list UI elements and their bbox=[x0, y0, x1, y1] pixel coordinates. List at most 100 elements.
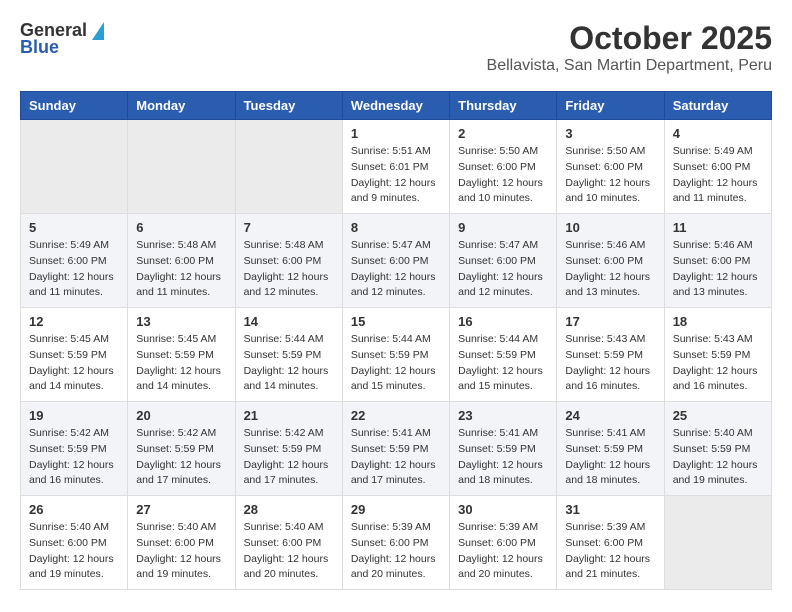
day-info: Sunrise: 5:51 AMSunset: 6:01 PMDaylight:… bbox=[351, 144, 441, 207]
day-info: Sunrise: 5:48 AMSunset: 6:00 PMDaylight:… bbox=[136, 238, 226, 301]
page-header: General Blue October 2025 Bellavista, Sa… bbox=[20, 20, 772, 75]
calendar-day-cell: 6 Sunrise: 5:48 AMSunset: 6:00 PMDaylight… bbox=[128, 214, 235, 308]
weekday-header: Wednesday bbox=[342, 92, 449, 120]
day-number: 10 bbox=[565, 220, 655, 235]
day-info: Sunrise: 5:41 AMSunset: 5:59 PMDaylight:… bbox=[351, 426, 441, 489]
calendar-day-cell: 27Sunrise: 5:40 AMSunset: 6:00 PMDayligh… bbox=[128, 496, 235, 590]
calendar-day-cell: 30 Sunrise: 5:39 AMSunset: 6:00 PMDayligh… bbox=[450, 496, 557, 590]
calendar-day-cell: 4Sunrise: 5:49 AMSunset: 6:00 PMDaylight… bbox=[664, 120, 771, 214]
day-number: 5 bbox=[29, 220, 119, 235]
calendar-day-cell: 29 Sunrise: 5:39 AMSunset: 6:00 PMDayligh… bbox=[342, 496, 449, 590]
calendar-week-row: 26Sunrise: 5:40 AMSunset: 6:00 PMDayligh… bbox=[21, 496, 772, 590]
day-info: Sunrise: 5:40 AMSunset: 6:00 PMDaylight:… bbox=[244, 520, 334, 583]
day-info: Sunrise: 5:42 AMSunset: 5:59 PMDaylight:… bbox=[136, 426, 226, 489]
calendar-day-cell: 9 Sunrise: 5:47 AMSunset: 6:00 PMDaylight… bbox=[450, 214, 557, 308]
day-number: 29 bbox=[351, 502, 441, 517]
weekday-header: Sunday bbox=[21, 92, 128, 120]
calendar-header-row: SundayMondayTuesdayWednesdayThursdayFrid… bbox=[21, 92, 772, 120]
calendar-day-cell: 12 Sunrise: 5:45 AMSunset: 5:59 PMDayligh… bbox=[21, 308, 128, 402]
calendar-day-cell: 23Sunrise: 5:41 AMSunset: 5:59 PMDayligh… bbox=[450, 402, 557, 496]
day-number: 19 bbox=[29, 408, 119, 423]
day-number: 4 bbox=[673, 126, 763, 141]
day-number: 20 bbox=[136, 408, 226, 423]
calendar-day-cell: 24 Sunrise: 5:41 AMSunset: 5:59 PMDayligh… bbox=[557, 402, 664, 496]
calendar-day-cell bbox=[664, 496, 771, 590]
day-info: Sunrise: 5:40 AMSunset: 5:59 PMDaylight:… bbox=[673, 426, 763, 489]
page-subtitle: Bellavista, San Martin Department, Peru bbox=[487, 57, 772, 75]
day-info: Sunrise: 5:50 AMSunset: 6:00 PMDaylight:… bbox=[565, 144, 655, 207]
day-info: Sunrise: 5:44 AMSunset: 5:59 PMDaylight:… bbox=[244, 332, 334, 395]
day-number: 14 bbox=[244, 314, 334, 329]
calendar-day-cell: 20 Sunrise: 5:42 AMSunset: 5:59 PMDayligh… bbox=[128, 402, 235, 496]
day-info: Sunrise: 5:46 AMSunset: 6:00 PMDaylight:… bbox=[565, 238, 655, 301]
calendar-day-cell bbox=[21, 120, 128, 214]
calendar-day-cell bbox=[235, 120, 342, 214]
day-number: 12 bbox=[29, 314, 119, 329]
day-info: Sunrise: 5:44 AMSunset: 5:59 PMDaylight:… bbox=[458, 332, 548, 395]
calendar-day-cell: 10 Sunrise: 5:46 AMSunset: 6:00 PMDayligh… bbox=[557, 214, 664, 308]
day-info: Sunrise: 5:44 AMSunset: 5:59 PMDaylight:… bbox=[351, 332, 441, 395]
calendar-day-cell: 5 Sunrise: 5:49 AMSunset: 6:00 PMDaylight… bbox=[21, 214, 128, 308]
weekday-header: Saturday bbox=[664, 92, 771, 120]
day-number: 1 bbox=[351, 126, 441, 141]
day-number: 18 bbox=[673, 314, 763, 329]
day-number: 22 bbox=[351, 408, 441, 423]
day-info: Sunrise: 5:50 AMSunset: 6:00 PMDaylight:… bbox=[458, 144, 548, 207]
day-info: Sunrise: 5:42 AMSunset: 5:59 PMDaylight:… bbox=[244, 426, 334, 489]
day-number: 27 bbox=[136, 502, 226, 517]
day-info: Sunrise: 5:46 AMSunset: 6:00 PMDaylight:… bbox=[673, 238, 763, 301]
calendar-day-cell: 31Sunrise: 5:39 AMSunset: 6:00 PMDayligh… bbox=[557, 496, 664, 590]
day-number: 2 bbox=[458, 126, 548, 141]
calendar-day-cell: 14 Sunrise: 5:44 AMSunset: 5:59 PMDayligh… bbox=[235, 308, 342, 402]
day-info: Sunrise: 5:43 AMSunset: 5:59 PMDaylight:… bbox=[673, 332, 763, 395]
title-block: October 2025 Bellavista, San Martin Depa… bbox=[487, 20, 772, 75]
calendar-week-row: 12 Sunrise: 5:45 AMSunset: 5:59 PMDayligh… bbox=[21, 308, 772, 402]
day-number: 25 bbox=[673, 408, 763, 423]
day-info: Sunrise: 5:45 AMSunset: 5:59 PMDaylight:… bbox=[136, 332, 226, 395]
day-number: 23 bbox=[458, 408, 548, 423]
calendar-day-cell: 18 Sunrise: 5:43 AMSunset: 5:59 PMDayligh… bbox=[664, 308, 771, 402]
calendar-day-cell: 25 Sunrise: 5:40 AMSunset: 5:59 PMDayligh… bbox=[664, 402, 771, 496]
day-number: 21 bbox=[244, 408, 334, 423]
logo: General Blue bbox=[20, 20, 104, 58]
day-number: 24 bbox=[565, 408, 655, 423]
weekday-header: Tuesday bbox=[235, 92, 342, 120]
logo-icon bbox=[92, 22, 104, 40]
calendar-day-cell: 19Sunrise: 5:42 AMSunset: 5:59 PMDayligh… bbox=[21, 402, 128, 496]
day-number: 9 bbox=[458, 220, 548, 235]
day-info: Sunrise: 5:39 AMSunset: 6:00 PMDaylight:… bbox=[458, 520, 548, 583]
calendar-day-cell: 26Sunrise: 5:40 AMSunset: 6:00 PMDayligh… bbox=[21, 496, 128, 590]
calendar-day-cell: 8Sunrise: 5:47 AMSunset: 6:00 PMDaylight… bbox=[342, 214, 449, 308]
day-info: Sunrise: 5:47 AMSunset: 6:00 PMDaylight:… bbox=[458, 238, 548, 301]
logo-blue: Blue bbox=[20, 37, 59, 58]
calendar-week-row: 1 Sunrise: 5:51 AMSunset: 6:01 PMDaylight… bbox=[21, 120, 772, 214]
day-info: Sunrise: 5:39 AMSunset: 6:00 PMDaylight:… bbox=[351, 520, 441, 583]
calendar-week-row: 5 Sunrise: 5:49 AMSunset: 6:00 PMDaylight… bbox=[21, 214, 772, 308]
calendar-day-cell: 7Sunrise: 5:48 AMSunset: 6:00 PMDaylight… bbox=[235, 214, 342, 308]
calendar-week-row: 19 Sunrise: 5:42 AMSunset: 5:59 PMDayligh… bbox=[21, 402, 772, 496]
day-number: 11 bbox=[673, 220, 763, 235]
day-number: 6 bbox=[136, 220, 226, 235]
day-info: Sunrise: 5:41 AMSunset: 5:59 PMDaylight:… bbox=[565, 426, 655, 489]
calendar-day-cell: 2 Sunrise: 5:50 AMSunset: 6:00 PMDaylight… bbox=[450, 120, 557, 214]
day-info: Sunrise: 5:45 AMSunset: 5:59 PMDaylight:… bbox=[29, 332, 119, 395]
day-number: 16 bbox=[458, 314, 548, 329]
calendar-day-cell: 13 Sunrise: 5:45 AMSunset: 5:59 PMDayligh… bbox=[128, 308, 235, 402]
page-title: October 2025 bbox=[487, 20, 772, 57]
calendar-table: SundayMondayTuesdayWednesdayThursdayFrid… bbox=[20, 91, 772, 590]
day-number: 3 bbox=[565, 126, 655, 141]
day-number: 15 bbox=[351, 314, 441, 329]
calendar-day-cell: 16 Sunrise: 5:44 AMSunset: 5:59 PMDayligh… bbox=[450, 308, 557, 402]
day-number: 13 bbox=[136, 314, 226, 329]
calendar-day-cell: 15 Sunrise: 5:44 AMSunset: 5:59 PMDayligh… bbox=[342, 308, 449, 402]
weekday-header: Friday bbox=[557, 92, 664, 120]
day-info: Sunrise: 5:48 AMSunset: 6:00 PMDaylight:… bbox=[244, 238, 334, 301]
calendar-day-cell: 3 Sunrise: 5:50 AMSunset: 6:00 PMDaylight… bbox=[557, 120, 664, 214]
day-number: 30 bbox=[458, 502, 548, 517]
day-info: Sunrise: 5:43 AMSunset: 5:59 PMDaylight:… bbox=[565, 332, 655, 395]
calendar-day-cell: 17Sunrise: 5:43 AMSunset: 5:59 PMDayligh… bbox=[557, 308, 664, 402]
day-info: Sunrise: 5:49 AMSunset: 6:00 PMDaylight:… bbox=[29, 238, 119, 301]
day-number: 8 bbox=[351, 220, 441, 235]
calendar-day-cell: 28Sunrise: 5:40 AMSunset: 6:00 PMDayligh… bbox=[235, 496, 342, 590]
calendar-day-cell bbox=[128, 120, 235, 214]
